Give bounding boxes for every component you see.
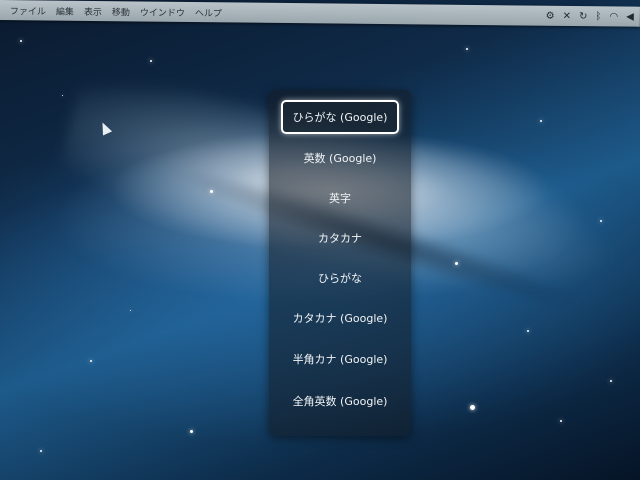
star: [90, 360, 92, 362]
star: [600, 220, 602, 222]
input-mode-palette: ひらがな (Google) 英数 (Google) 英字 カタカナ ひらがな カ…: [269, 90, 411, 436]
star: [210, 190, 213, 193]
star: [560, 420, 562, 422]
menu-go[interactable]: 移動: [112, 5, 130, 18]
input-mode-eisu-google[interactable]: 英数 (Google): [281, 141, 399, 175]
x-icon[interactable]: ✕: [563, 10, 572, 21]
star: [466, 48, 468, 50]
input-mode-hankaku-kana-google[interactable]: 半角カナ (Google): [281, 342, 399, 376]
menu-help[interactable]: ヘルプ: [195, 6, 222, 19]
desktop: ファイル 編集 表示 移動 ウインドウ ヘルプ ⚙ ✕ ↻ ᛒ ◠ ◀ ひらがな…: [0, 0, 640, 480]
star: [470, 405, 475, 410]
input-mode-zenkaku-eisu-google[interactable]: 全角英数 (Google): [281, 384, 399, 418]
star: [527, 330, 529, 332]
star: [40, 450, 42, 452]
star: [540, 120, 542, 122]
star: [62, 95, 63, 96]
menubar-status-area: ⚙ ✕ ↻ ᛒ ◠ ◀: [546, 10, 634, 22]
menu-view[interactable]: 表示: [84, 4, 102, 17]
menu-window[interactable]: ウインドウ: [140, 5, 185, 18]
volume-icon[interactable]: ◀: [626, 11, 634, 22]
input-mode-hiragana[interactable]: ひらがな: [281, 261, 399, 295]
menu-bar: ファイル 編集 表示 移動 ウインドウ ヘルプ ⚙ ✕ ↻ ᛒ ◠ ◀: [0, 0, 640, 27]
star: [20, 40, 22, 42]
sync-icon[interactable]: ↻: [579, 11, 588, 22]
wifi-icon[interactable]: ◠: [609, 11, 618, 22]
menu-edit[interactable]: 編集: [56, 4, 74, 17]
star: [455, 262, 458, 265]
menu-file[interactable]: ファイル: [10, 4, 46, 17]
star: [150, 60, 152, 62]
input-mode-katakana[interactable]: カタカナ: [281, 221, 399, 255]
star: [610, 380, 612, 382]
input-mode-eiji[interactable]: 英字: [281, 181, 399, 215]
wrench-icon[interactable]: ⚙: [546, 10, 555, 21]
bluetooth-icon[interactable]: ᛒ: [595, 11, 601, 22]
star: [190, 430, 193, 433]
input-mode-katakana-google[interactable]: カタカナ (Google): [281, 301, 399, 335]
input-mode-hiragana-google[interactable]: ひらがな (Google): [281, 100, 399, 134]
star: [130, 310, 131, 311]
